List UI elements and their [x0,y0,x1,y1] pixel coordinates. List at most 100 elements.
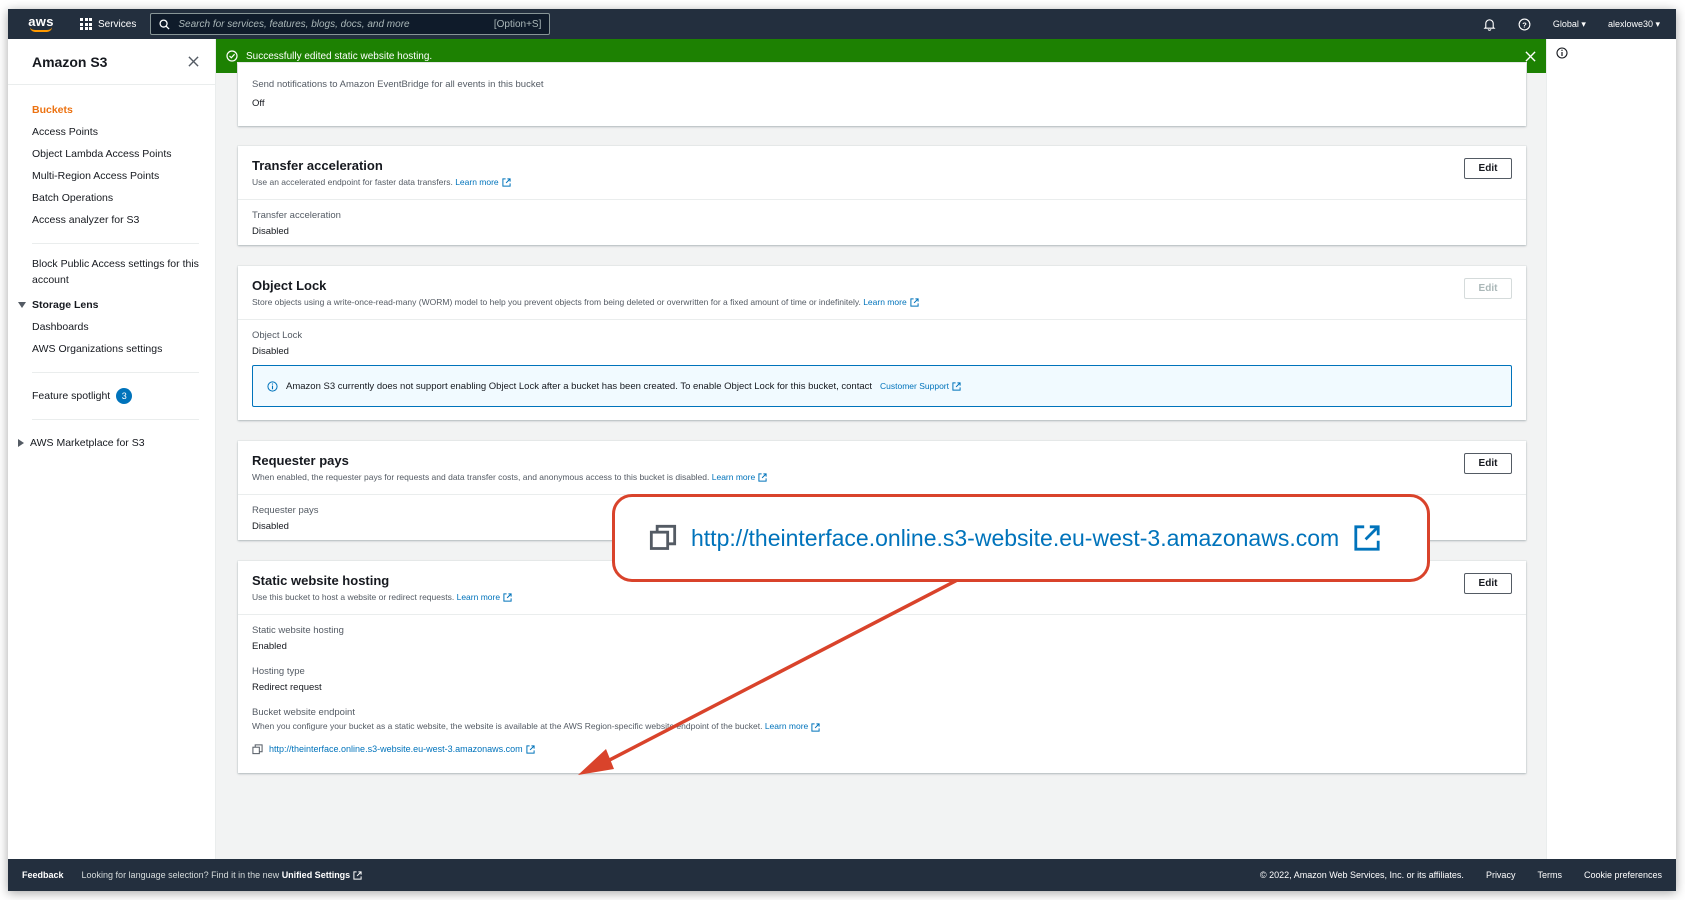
flash-message: Successfully edited static website hosti… [246,50,433,62]
sidebar-item-feature-spotlight[interactable]: Feature spotlight 3 [8,385,215,407]
learn-more-link[interactable]: Learn more [457,592,512,602]
external-link-icon [1354,525,1380,551]
close-icon[interactable] [188,56,199,67]
learn-more-label: Learn more [764,721,809,732]
event-notifications-card: Send notifications to Amazon EventBridge… [238,63,1526,126]
sidebar-item-aws-organizations-settings[interactable]: AWS Organizations settings [8,338,215,360]
browser-frame: aws Services Search for services, featur… [8,9,1676,891]
search-shortcut: [Option+S] [493,18,542,30]
aws-smile-icon [30,27,52,32]
static-website-hosting-description: Use this bucket to host a website or red… [252,592,1512,602]
sidebar-item-access-analyzer[interactable]: Access analyzer for S3 [8,209,215,231]
requester-pays-title: Requester pays [252,453,349,468]
callout-endpoint-link[interactable]: http://theinterface.online.s3-website.eu… [691,525,1339,552]
external-link-icon [811,722,820,732]
marketplace-label: AWS Marketplace for S3 [30,437,145,449]
transfer-acceleration-title: Transfer acceleration [252,158,383,173]
sidebar-item-access-points[interactable]: Access Points [8,121,215,143]
object-lock-body: Object Lock Disabled Amazon S3 currently… [238,320,1526,417]
endpoint-row: http://theinterface.online.s3-website.eu… [252,743,1512,755]
bucket-endpoint-url: http://theinterface.online.s3-website.eu… [269,743,523,754]
help-icon[interactable]: ? [1518,18,1531,31]
aws-logo[interactable]: aws [16,9,66,39]
info-icon [267,381,278,392]
requester-pays-description: When enabled, the requester pays for req… [252,472,1512,482]
services-menu-button[interactable]: Services [80,9,144,39]
edit-requester-pays-button[interactable]: Edit [1464,453,1512,474]
static-website-hosting-body: Static website hosting Enabled Hosting t… [238,615,1526,768]
sidebar-item-batch-operations[interactable]: Batch Operations [8,187,215,209]
sidebar-item-dashboards[interactable]: Dashboards [8,316,215,338]
grid-icon [80,18,92,30]
search-input[interactable]: Search for services, features, blogs, do… [150,13,551,35]
footer-links: © 2022, Amazon Web Services, Inc. or its… [1260,870,1662,880]
external-link-icon [952,382,961,391]
bell-icon[interactable] [1483,18,1496,31]
unified-settings-link[interactable]: Unified Settings [282,870,363,880]
customer-support-label: Customer Support [880,381,949,392]
feedback-link[interactable]: Feedback [22,870,64,880]
learn-more-link[interactable]: Learn more [765,721,820,731]
learn-more-link[interactable]: Learn more [712,472,767,482]
object-lock-title: Object Lock [252,278,327,293]
sidebar-item-buckets[interactable]: Buckets [8,99,215,121]
external-link-icon [353,871,362,880]
account-menu[interactable]: alexlowe30 ▾ [1608,19,1660,30]
external-link-icon [526,745,535,754]
sidebar-section-storage-lens[interactable]: Storage Lens [8,294,215,316]
copyright: © 2022, Amazon Web Services, Inc. or its… [1260,870,1464,880]
sidebar-item-object-lambda-access-points[interactable]: Object Lambda Access Points [8,143,215,165]
right-tools-rail [1546,39,1676,859]
account-label: alexlowe30 [1607,18,1653,29]
hosting-field-label: Static website hosting [252,625,344,637]
description-text: Store objects using a write-once-read-ma… [252,297,861,307]
external-link-icon [502,178,511,187]
object-lock-header: Object Lock Store objects using a write-… [238,266,1526,321]
dismiss-icon[interactable] [1525,50,1536,62]
region-selector[interactable]: Global ▾ [1553,19,1586,30]
hosting-type-value: Redirect request [252,682,322,694]
check-circle-icon [226,50,238,62]
object-lock-field-value: Disabled [252,346,289,358]
copy-icon[interactable] [649,524,677,552]
sidebar-item-aws-marketplace[interactable]: AWS Marketplace for S3 [8,432,215,454]
bucket-endpoint-link[interactable]: http://theinterface.online.s3-website.eu… [269,744,535,754]
copy-icon[interactable] [252,743,263,755]
feature-spotlight-label: Feature spotlight [32,390,111,402]
edit-transfer-acceleration-button[interactable]: Edit [1464,158,1512,179]
object-lock-card: Object Lock Store objects using a write-… [238,266,1526,420]
object-lock-field-label: Object Lock [252,330,303,342]
eventbridge-label: Send notifications to Amazon EventBridge… [252,79,544,90]
callout-endpoint-url: http://theinterface.online.s3-website.eu… [691,524,1340,551]
hosting-field-value: Enabled [252,641,287,653]
transfer-acceleration-field-label: Transfer acceleration [252,210,341,222]
learn-more-link[interactable]: Learn more [455,177,511,187]
static-website-hosting-card: Static website hosting Use this bucket t… [238,561,1526,773]
learn-more-label: Learn more [863,297,907,307]
customer-support-link[interactable]: Customer Support [880,381,961,391]
description-text: When enabled, the requester pays for req… [252,472,710,482]
top-navigation: aws Services Search for services, featur… [8,9,1676,39]
services-label: Services [98,18,137,30]
learn-more-link[interactable]: Learn more [863,297,919,307]
sidebar-divider [32,243,199,244]
info-icon[interactable] [1556,47,1568,59]
description-text: Use this bucket to host a website or red… [252,592,455,602]
unified-settings-label: Unified Settings [281,869,351,880]
language-notice: Looking for language selection? Find it … [82,870,363,880]
privacy-link[interactable]: Privacy [1486,870,1516,880]
transfer-acceleration-description: Use an accelerated endpoint for faster d… [252,177,1512,187]
sidebar-header: Amazon S3 [8,39,215,85]
sidebar-item-block-public-access[interactable]: Block Public Access settings for this ac… [8,256,215,288]
caret-right-icon [18,439,24,447]
search-icon [159,18,170,30]
sidebar-item-multi-region-access-points[interactable]: Multi-Region Access Points [8,165,215,187]
transfer-acceleration-field-value: Disabled [252,226,289,238]
terms-link[interactable]: Terms [1537,870,1562,880]
region-label: Global [1552,18,1579,29]
edit-object-lock-button[interactable]: Edit [1464,278,1512,299]
caret-down-icon [18,302,26,308]
requester-pays-header: Requester pays When enabled, the request… [238,441,1526,496]
cookie-preferences-link[interactable]: Cookie preferences [1584,870,1662,880]
edit-static-website-hosting-button[interactable]: Edit [1464,573,1512,594]
